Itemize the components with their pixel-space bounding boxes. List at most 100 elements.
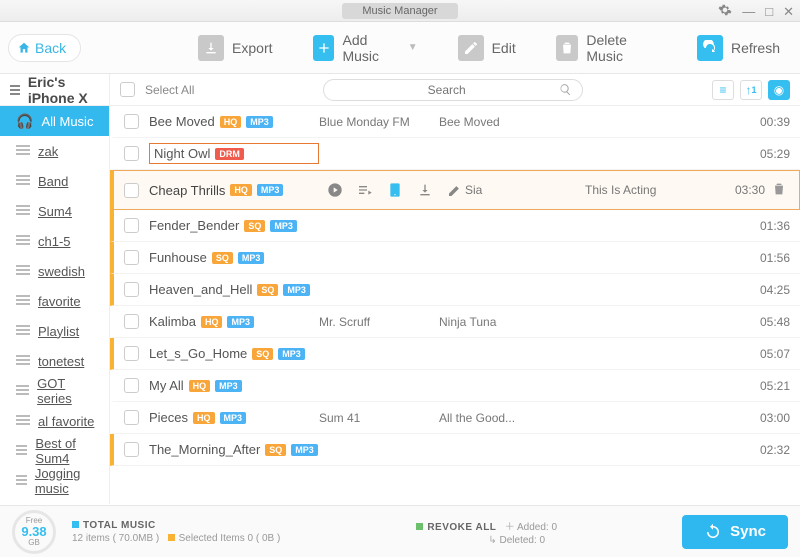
sync-button[interactable]: Sync [682,515,788,549]
track-row[interactable]: Fender_Bender SQMP301:36 [110,210,800,242]
settings-icon[interactable] [718,3,732,20]
row-checkbox[interactable] [124,410,139,425]
sidebar-item-label: GOT series [37,376,99,406]
revoke-block: REVOKE ALL ＋ Added: 0 ↳ Deleted: 0 [416,518,557,546]
add-music-label: Add Music [342,32,397,64]
delete-label: Delete Music [586,32,657,64]
track-duration: 05:48 [740,315,790,329]
track-name: My All HQMP3 [149,378,319,393]
playlist-icon [16,295,30,307]
sidebar-item-got-series[interactable]: GOT series [0,376,109,406]
list-header: Select All ≡ ↑1 ◉ [110,74,800,106]
edit-button[interactable]: Edit [458,35,516,61]
row-checkbox[interactable] [124,146,139,161]
sidebar-item-label: Sum4 [38,204,72,219]
sidebar-item-label: favorite [38,294,81,309]
deleted-count: Deleted: 0 [500,535,546,546]
sidebar-item-band[interactable]: Band [0,166,109,196]
track-row[interactable]: Heaven_and_Hell SQMP304:25 [110,274,800,306]
refresh-label: Refresh [731,40,780,56]
search-input[interactable] [334,83,559,97]
total-music-detail: 12 items ( 70.0MB ) [72,533,159,544]
track-album: Bee Moved [439,115,569,129]
track-row[interactable]: Let_s_Go_Home SQMP305:07 [110,338,800,370]
device-name: Eric's iPhone X [28,74,99,106]
back-button[interactable]: Back [8,34,81,62]
track-duration: 05:29 [740,147,790,161]
track-name: Fender_Bender SQMP3 [149,218,319,233]
total-music-block: TOTAL MUSIC 12 items ( 70.0MB ) Selected… [72,520,280,544]
track-row[interactable]: Pieces HQMP3Sum 41All the Good...03:00 [110,402,800,434]
track-row[interactable]: Kalimba HQMP3Mr. ScruffNinja Tuna05:48 [110,306,800,338]
track-row[interactable]: My All HQMP305:21 [110,370,800,402]
trash-icon[interactable] [771,181,789,200]
row-checkbox[interactable] [124,442,139,457]
sidebar-item-tonetest[interactable]: tonetest [0,346,109,376]
track-row[interactable]: The_Morning_After SQMP302:32 [110,434,800,466]
device-icon[interactable] [385,180,405,200]
playlist-icon [16,205,30,217]
row-checkbox[interactable] [124,314,139,329]
track-name: The_Morning_After SQMP3 [149,442,319,457]
track-name: Pieces HQMP3 [149,410,319,425]
content: Select All ≡ ↑1 ◉ Bee Moved HQMP3Blue Mo… [110,74,800,504]
playlist-icon [16,445,27,457]
sidebar-item-ch1-5[interactable]: ch1-5 [0,226,109,256]
chevron-down-icon: ▼ [408,42,418,53]
track-name: Funhouse SQMP3 [149,250,319,265]
play-icon[interactable] [325,180,345,200]
select-all-checkbox[interactable] [120,82,135,97]
track-name: Cheap Thrills HQMP3 [149,183,319,198]
playlist-icon [16,385,29,397]
sidebar-item-label: swedish [38,264,85,279]
row-checkbox[interactable] [124,183,139,198]
track-album: This Is Acting [585,183,715,197]
delete-music-button[interactable]: Delete Music [556,32,657,64]
sync-icon [704,523,722,541]
sort-button[interactable]: ↑1 [740,80,762,100]
refresh-icon [697,35,723,61]
minimize-icon[interactable]: — [742,4,755,19]
row-checkbox[interactable] [124,114,139,129]
add-icon [313,35,335,61]
track-name: Kalimba HQMP3 [149,314,319,329]
sidebar-item-swedish[interactable]: swedish [0,256,109,286]
sidebar-item-label: Band [38,174,68,189]
close-icon[interactable]: ✕ [783,4,794,20]
row-checkbox[interactable] [124,378,139,393]
disc-button[interactable]: ◉ [768,80,790,100]
sidebar-item-favorite[interactable]: favorite [0,286,109,316]
track-row[interactable]: Night Owl DRM05:29 [110,138,800,170]
refresh-button[interactable]: Refresh [697,35,780,61]
view-list-button[interactable]: ≡ [712,80,734,100]
sidebar-item-jogging-music[interactable]: Jogging music [0,466,109,496]
edit-track-icon[interactable] [445,180,465,200]
sidebar-item-all-music[interactable]: 🎧All Music [0,106,109,136]
sidebar-item-al-favorite[interactable]: al favorite [0,406,109,436]
window-title: Music Manager [342,3,457,19]
row-checkbox[interactable] [124,282,139,297]
row-checkbox[interactable] [124,250,139,265]
track-row[interactable]: Cheap Thrills HQMP3SiaThis Is Acting03:3… [110,170,800,210]
maximize-icon[interactable]: □ [765,4,773,19]
playlist-icon [16,355,30,367]
sidebar-item-playlist[interactable]: Playlist [0,316,109,346]
import-icon[interactable] [415,180,435,200]
sidebar-item-best-of-sum4[interactable]: Best of Sum4 [0,436,109,466]
queue-icon[interactable] [355,180,375,200]
track-artist: Blue Monday FM [319,115,439,129]
device-header[interactable]: Eric's iPhone X [0,74,109,106]
search-icon [559,83,572,96]
track-name: Heaven_and_Hell SQMP3 [149,282,319,297]
row-checkbox[interactable] [124,346,139,361]
track-row[interactable]: Bee Moved HQMP3Blue Monday FMBee Moved00… [110,106,800,138]
edit-label: Edit [492,40,516,56]
search-input-wrap[interactable] [323,79,583,101]
row-checkbox[interactable] [124,218,139,233]
export-button[interactable]: Export [198,35,272,61]
track-row[interactable]: Funhouse SQMP301:56 [110,242,800,274]
sidebar-item-zak[interactable]: zak [0,136,109,166]
sidebar-item-label: ch1-5 [38,234,71,249]
sidebar-item-sum4[interactable]: Sum4 [0,196,109,226]
add-music-button[interactable]: Add Music ▼ [313,32,418,64]
